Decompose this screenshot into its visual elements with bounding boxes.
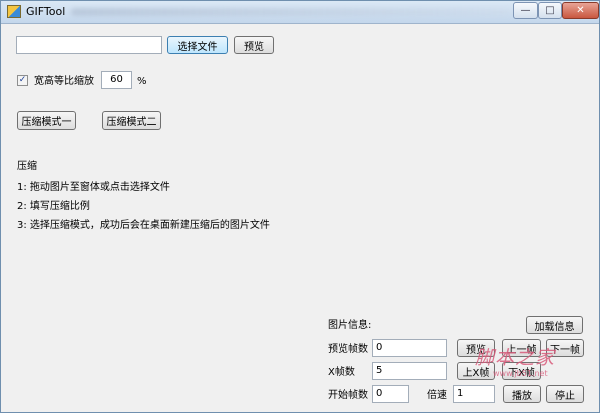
preview-file-button[interactable]: 预览 bbox=[234, 36, 274, 54]
app-icon bbox=[7, 5, 21, 18]
keep-ratio-label: 宽高等比缩放 bbox=[34, 76, 94, 87]
scale-unit: % bbox=[137, 76, 147, 87]
xframes-input[interactable]: 5 bbox=[372, 362, 447, 380]
scale-input[interactable]: 60 bbox=[101, 71, 132, 89]
instruction-step-1: 1: 拖动图片至窗体或点击选择文件 bbox=[17, 182, 170, 193]
close-icon: ✕ bbox=[576, 5, 585, 16]
file-path-input[interactable] bbox=[16, 36, 162, 54]
start-frames-input[interactable]: 0 bbox=[372, 385, 409, 403]
image-info-title: 图片信息: bbox=[328, 320, 372, 331]
select-file-button[interactable]: 选择文件 bbox=[167, 36, 228, 54]
checkmark-icon: ✓ bbox=[18, 75, 27, 85]
speed-label: 倍速 bbox=[427, 390, 447, 401]
prev-frame-button[interactable]: 上一帧 bbox=[502, 339, 541, 357]
stop-button[interactable]: 停止 bbox=[546, 385, 584, 403]
compress-mode-1-button[interactable]: 压缩模式一 bbox=[17, 111, 76, 130]
title-bar: GIFTool — □ ✕ bbox=[1, 1, 599, 24]
instructions-heading: 压缩 bbox=[17, 161, 37, 172]
up-x-frames-button[interactable]: 上X帧 bbox=[457, 362, 495, 380]
app-window: GIFTool — □ ✕ 选择文件 预览 ✓ 宽高等比缩放 60 % 压缩模式… bbox=[0, 0, 600, 413]
load-info-button[interactable]: 加载信息 bbox=[526, 316, 583, 334]
play-button[interactable]: 播放 bbox=[503, 385, 541, 403]
instruction-step-3: 3: 选择压缩模式，成功后会在桌面新建压缩后的图片文件 bbox=[17, 220, 270, 231]
frame-preview-button[interactable]: 预览 bbox=[457, 339, 495, 357]
compress-mode-2-button[interactable]: 压缩模式二 bbox=[102, 111, 161, 130]
down-x-frames-button[interactable]: 下X帧 bbox=[502, 362, 541, 380]
close-button[interactable]: ✕ bbox=[562, 2, 599, 19]
window-title: GIFTool bbox=[26, 5, 66, 18]
speed-input[interactable]: 1 bbox=[453, 385, 495, 403]
preview-frames-input[interactable]: 0 bbox=[372, 339, 447, 357]
next-frame-button[interactable]: 下一帧 bbox=[546, 339, 584, 357]
maximize-icon: □ bbox=[545, 5, 555, 16]
minimize-icon: — bbox=[520, 5, 531, 16]
xframes-label: X帧数 bbox=[328, 367, 355, 378]
minimize-button[interactable]: — bbox=[513, 2, 538, 19]
instruction-step-2: 2: 填写压缩比例 bbox=[17, 201, 90, 212]
preview-frames-label: 预览帧数 bbox=[328, 344, 368, 355]
keep-ratio-checkbox[interactable]: ✓ bbox=[17, 75, 28, 86]
start-frames-label: 开始帧数 bbox=[328, 390, 368, 401]
title-bar-blurred-area bbox=[71, 8, 511, 16]
maximize-button[interactable]: □ bbox=[538, 2, 562, 19]
